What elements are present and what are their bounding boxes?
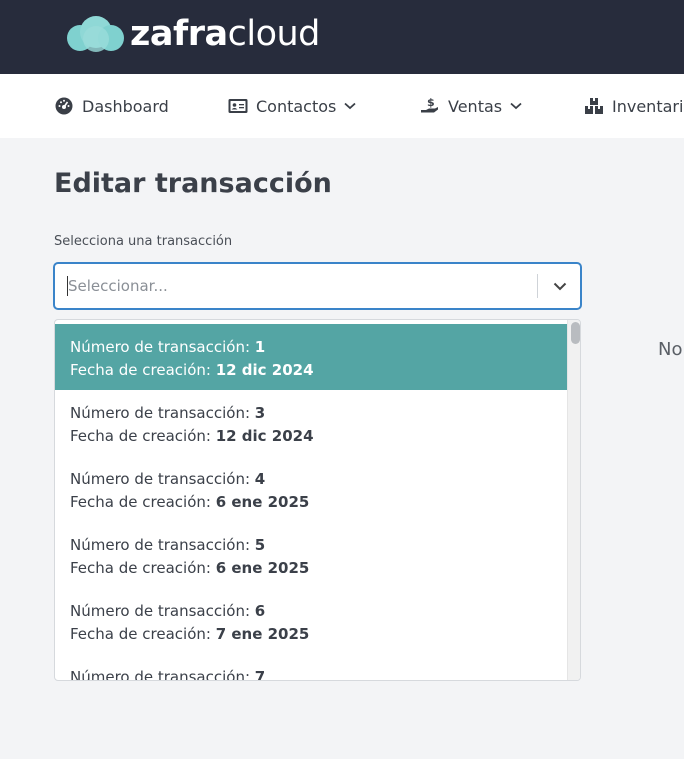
text-caret [67,276,68,296]
nav-item-ventas[interactable]: $ Ventas [420,74,522,138]
transaction-option[interactable]: Número de transacción: 3 Fecha de creaci… [55,390,567,456]
chevron-down-icon[interactable] [538,264,581,308]
transaction-option[interactable]: Número de transacción: 1 Fecha de creaci… [55,324,567,390]
scrollbar-thumb[interactable] [571,322,580,344]
select-placeholder: Seleccionar... [68,277,168,295]
creation-date-label: Fecha de creación: [70,559,216,577]
transaction-number: 6 [254,602,266,620]
brand-name-bold: zafra [130,14,228,54]
transaction-number: 5 [254,536,266,554]
main-nav: Dashboard Contactos $ Ventas Inventari [0,74,684,138]
transaction-number-label: Número de transacción: [70,338,255,356]
creation-date: 7 ene 2025 [215,625,310,643]
chevron-down-icon [344,102,356,110]
creation-date: 12 dic 2024 [215,427,314,445]
transaction-option[interactable]: Número de transacción: 5 Fecha de creaci… [55,522,567,588]
nav-label-contactos: Contactos [256,96,337,116]
transaction-number-label: Número de transacción: [70,668,255,681]
transaction-number-label: Número de transacción: [70,602,255,620]
brand-logo[interactable]: zafracloud [66,14,320,54]
hand-money-icon: $ [420,96,440,116]
creation-date: 6 ene 2025 [215,493,310,511]
dropdown-scrollbar[interactable] [567,320,580,680]
nav-item-contactos[interactable]: Contactos [228,74,356,138]
transaction-option[interactable]: Número de transacción: 7 [55,654,567,681]
creation-date: 6 ene 2025 [215,559,310,577]
transaction-number: 3 [254,404,266,422]
side-text: No [658,339,683,360]
creation-date-label: Fecha de creación: [70,427,216,445]
chevron-down-icon [510,102,522,110]
transaction-number: 7 [254,668,266,681]
svg-text:$: $ [427,96,435,109]
dashboard-icon [54,96,74,116]
option-list: Número de transacción: 1 Fecha de creaci… [55,324,567,681]
transaction-number-label: Número de transacción: [70,404,255,422]
transaction-dropdown-menu: Número de transacción: 1 Fecha de creaci… [54,319,581,681]
transaction-select[interactable]: Seleccionar... [54,263,581,309]
brand-name: zafracloud [130,14,320,54]
transaction-select-label: Selecciona una transacción [54,234,233,249]
top-header: zafracloud [0,0,684,74]
transaction-number-label: Número de transacción: [70,536,255,554]
transaction-number: 1 [254,338,266,356]
creation-date-label: Fecha de creación: [70,493,216,511]
nav-item-inventario[interactable]: Inventari [584,74,683,138]
brand-name-light: cloud [227,14,321,54]
transaction-number: 4 [254,470,266,488]
creation-date-label: Fecha de creación: [70,625,216,643]
nav-item-dashboard[interactable]: Dashboard [54,74,169,138]
nav-label-dashboard: Dashboard [82,96,169,116]
transaction-option[interactable]: Número de transacción: 4 Fecha de creaci… [55,456,567,522]
transaction-number-label: Número de transacción: [70,470,255,488]
transaction-option[interactable]: Número de transacción: 6 Fecha de creaci… [55,588,567,654]
creation-date: 12 dic 2024 [215,361,314,379]
nav-label-inventario: Inventari [612,96,684,116]
page-title: Editar transacción [54,168,332,199]
creation-date-label: Fecha de creación: [70,361,216,379]
boxes-icon [584,96,604,116]
nav-label-ventas: Ventas [448,96,503,116]
contact-card-icon [228,96,248,116]
cloud-icon [67,16,124,52]
